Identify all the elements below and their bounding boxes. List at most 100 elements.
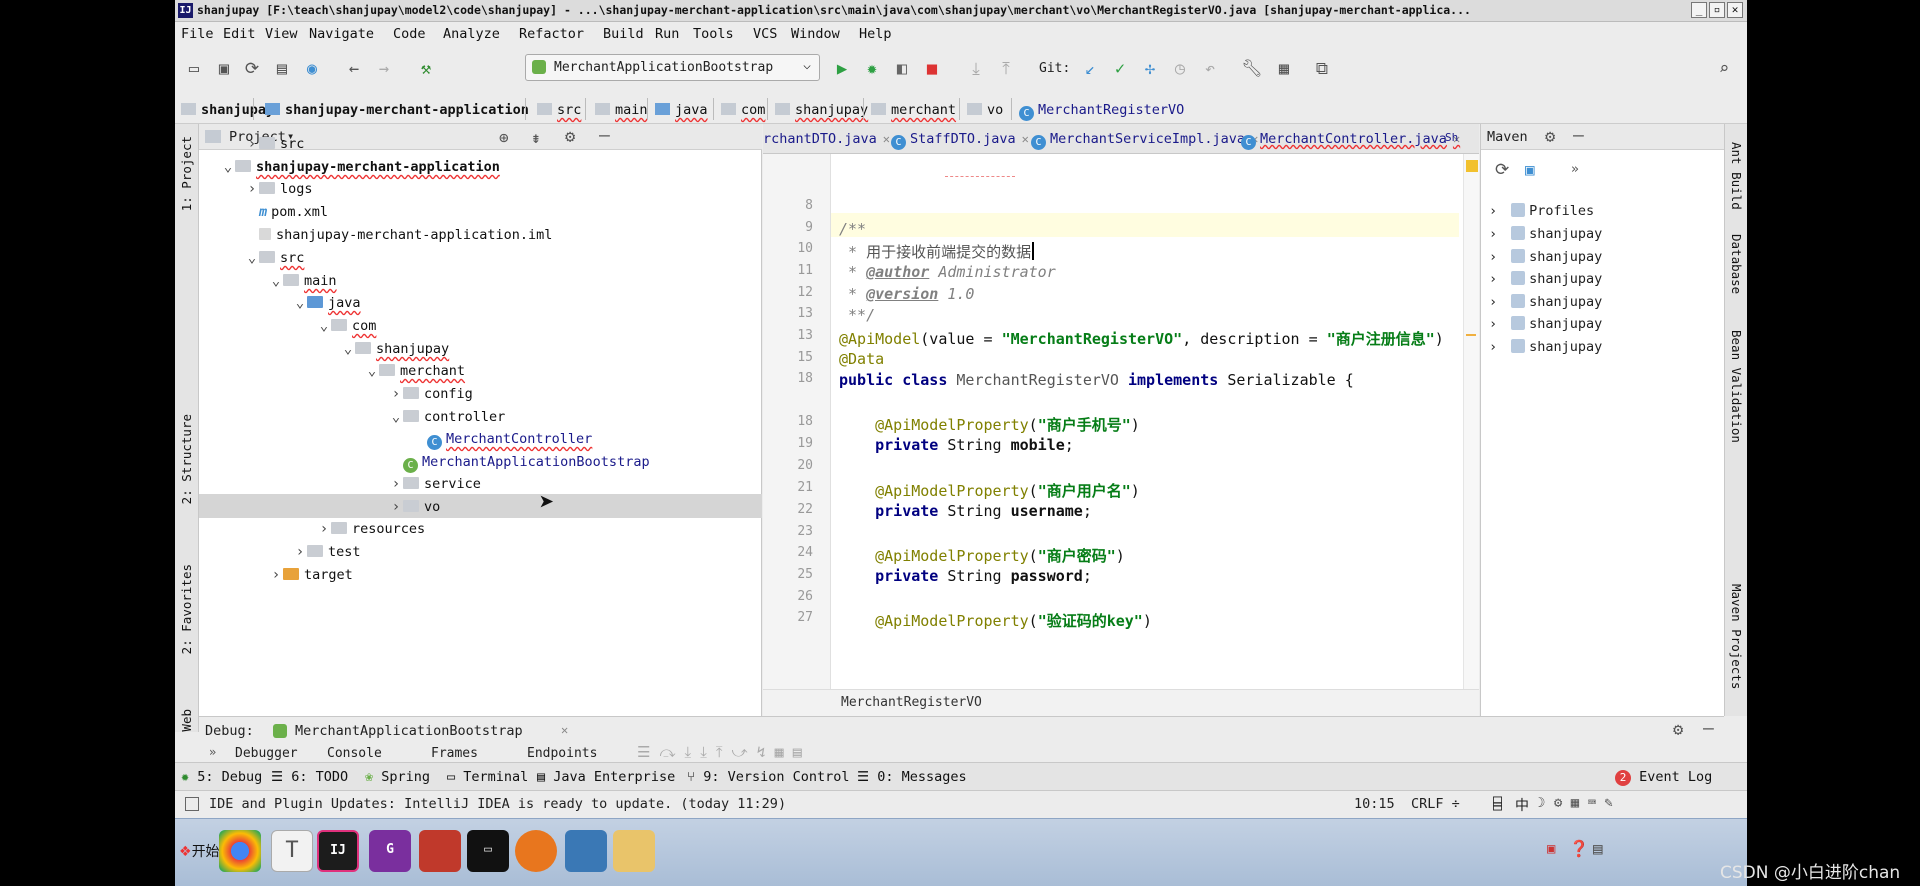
tab-endpoints[interactable]: Endpoints (527, 746, 597, 761)
run-icon[interactable]: ▶ (831, 58, 853, 80)
revert-icon[interactable]: ↶ (1199, 58, 1221, 80)
hide-panel-icon[interactable]: – (1573, 125, 1584, 146)
locate-target-icon[interactable]: ⊕ (499, 128, 509, 147)
chrome-icon[interactable] (219, 830, 261, 872)
hide-panel-icon[interactable]: – (1703, 718, 1714, 739)
class-icon[interactable]: ◉ (301, 58, 323, 80)
close-tab-icon[interactable]: ✕ (1022, 132, 1029, 146)
tab-merchantcontroller[interactable]: C MerchantController.java ✕ (1241, 131, 1460, 150)
menu-edit[interactable]: Edit (223, 26, 256, 42)
tab-console[interactable]: Console (327, 746, 382, 761)
project-tool-tab[interactable]: 1: Project (179, 136, 194, 211)
vcs-push-icon[interactable]: ⤒ (995, 58, 1017, 80)
chevron-down-icon[interactable]: ⌄ (365, 363, 379, 379)
project-structure-icon[interactable]: ▤ (271, 58, 293, 80)
menu-tools[interactable]: Tools (693, 26, 734, 42)
spring-tool-button[interactable]: ❀ Spring (365, 769, 430, 785)
tab-overflow[interactable]: Sh (1445, 131, 1458, 144)
editor-footer-class[interactable]: MerchantRegisterVO (841, 695, 982, 710)
gear-icon[interactable]: ⚙ (565, 127, 575, 147)
maven-projects-tab[interactable]: Maven Projects (1729, 584, 1744, 689)
vcs-update-icon[interactable]: ⤓ (965, 58, 987, 80)
tree-node[interactable]: › target (269, 567, 353, 589)
menu-build[interactable]: Build (603, 26, 644, 42)
postman-icon[interactable] (515, 830, 557, 872)
more-icon[interactable]: » (1571, 162, 1579, 177)
line-separator[interactable]: CRLF ÷ (1411, 796, 1460, 812)
tree-node[interactable]: › config (389, 386, 473, 408)
tree-node[interactable]: › vo (389, 499, 440, 521)
bean-validation-tab[interactable]: Bean Validation (1729, 330, 1744, 443)
tab-merchantserviceimpl[interactable]: CMerchantServiceImpl.java✕ (1031, 131, 1258, 150)
save-icon[interactable]: ▣ (213, 58, 235, 80)
menu-refactor[interactable]: Refactor (519, 26, 584, 42)
code-line[interactable]: @ApiModelProperty("验证码的key") (839, 610, 1152, 631)
favorites-tool-tab[interactable]: 2: Favorites (179, 564, 194, 654)
maven-project-item[interactable]: › shanjupay (1489, 316, 1602, 332)
gear-icon[interactable]: ⚙ (1545, 127, 1555, 147)
chevron-down-icon[interactable]: ⌄ (245, 250, 259, 266)
debug-config-tab[interactable]: MerchantApplicationBootstrap (295, 723, 523, 739)
maven-project-item[interactable]: › shanjupay (1489, 226, 1602, 242)
code-line[interactable]: /** (839, 220, 866, 238)
close-tab-icon[interactable]: ✕ (883, 132, 890, 146)
breadcrumb-item[interactable]: vo (967, 102, 1003, 118)
code-line[interactable]: @ApiModelProperty("商户用户名") (839, 480, 1140, 501)
explorer-icon[interactable] (613, 830, 655, 872)
breadcrumb-item[interactable]: java (655, 102, 708, 118)
breadcrumb-item[interactable]: shanjupay-merchant-application (265, 102, 529, 118)
code-line[interactable]: @ApiModel(value = "MerchantRegisterVO", … (839, 328, 1444, 349)
code-line[interactable]: @Data (839, 350, 884, 368)
git-update-icon[interactable]: ↙ (1079, 58, 1101, 80)
hide-panel-icon[interactable]: – (599, 125, 610, 146)
tree-node[interactable]: m pom.xml (245, 204, 328, 226)
chevron-right-icon[interactable]: › (389, 476, 403, 492)
maven-project-item[interactable]: › shanjupay (1489, 271, 1602, 287)
code-line[interactable]: public class MerchantRegisterVO implemen… (839, 371, 1354, 389)
menu-run[interactable]: Run (655, 26, 679, 42)
todo-tool-button[interactable]: ☰ 6: TODO (271, 769, 348, 785)
version-control-tool-button[interactable]: ⑂ 9: Version Control (687, 769, 850, 785)
tab-frames[interactable]: Frames (431, 746, 478, 761)
project-structure-settings-icon[interactable]: ▦ (1273, 58, 1295, 80)
database-tab[interactable]: Database (1729, 234, 1744, 294)
menu-file[interactable]: File (181, 26, 214, 42)
code-line[interactable]: private String username; (839, 502, 1092, 520)
pdf-reader-icon[interactable]: G (369, 830, 411, 872)
settings-wrench-icon[interactable]: 🔧︎ (1241, 58, 1263, 80)
terminal-tool-button[interactable]: ▭ Terminal (447, 769, 528, 785)
stop-icon[interactable]: ■ (921, 58, 943, 80)
cmd-icon[interactable]: ▭ (467, 830, 509, 872)
generate-sources-icon[interactable]: ▣ (1525, 160, 1535, 179)
chevron-down-icon[interactable]: ⌄ (317, 318, 331, 334)
code-line[interactable]: @ApiModelProperty("商户手机号") (839, 414, 1140, 435)
network-icon[interactable]: ▤ (1593, 839, 1603, 858)
web-tool-tab[interactable]: Web (179, 709, 194, 732)
step-controls-icon[interactable]: ☰ ⤼ ⤓ ⤓ ⤒ ⤻ ↯ ▦ ▤ (637, 743, 802, 761)
tree-node[interactable]: C MerchantController (413, 431, 592, 453)
git-compare-icon[interactable]: ✢ (1139, 58, 1161, 80)
breadcrumb-item[interactable]: C MerchantRegisterVO (1019, 102, 1184, 121)
code-line[interactable]: * @author Administrator (839, 263, 1056, 281)
menu-view[interactable]: View (265, 26, 298, 42)
chevron-right-icon[interactable]: › (317, 521, 331, 537)
sync-icon[interactable]: ⟳ (241, 58, 263, 80)
maximize-button[interactable]: ▫ (1709, 2, 1725, 18)
close-button[interactable]: ✕ (1727, 2, 1743, 18)
chevron-down-icon[interactable]: ⌄ (341, 341, 355, 357)
close-tab-icon[interactable]: ✕ (561, 723, 568, 737)
menu-vcs[interactable]: VCS (753, 26, 777, 42)
tree-node[interactable]: ⌄ main (269, 273, 337, 295)
editor-scrollbar[interactable] (1463, 154, 1479, 689)
typora-icon[interactable]: T (271, 830, 313, 872)
chevron-down-icon[interactable]: ⌄ (221, 159, 235, 175)
search-icon[interactable]: ⌕ (1713, 58, 1735, 80)
tree-node[interactable]: › logs (245, 181, 313, 203)
debug-tool-button[interactable]: ✹ 5: Debug (181, 769, 262, 785)
maven-project-item[interactable]: › shanjupay (1489, 339, 1602, 355)
code-line[interactable]: * 用于接收前端提交的数据 (839, 241, 1035, 262)
structure-tool-tab[interactable]: 2: Structure (179, 414, 194, 504)
ant-build-tab[interactable]: Ant Build (1729, 142, 1744, 210)
gear-icon[interactable]: ⚙ (1673, 720, 1683, 740)
reimport-icon[interactable]: ⟳ (1495, 160, 1509, 180)
